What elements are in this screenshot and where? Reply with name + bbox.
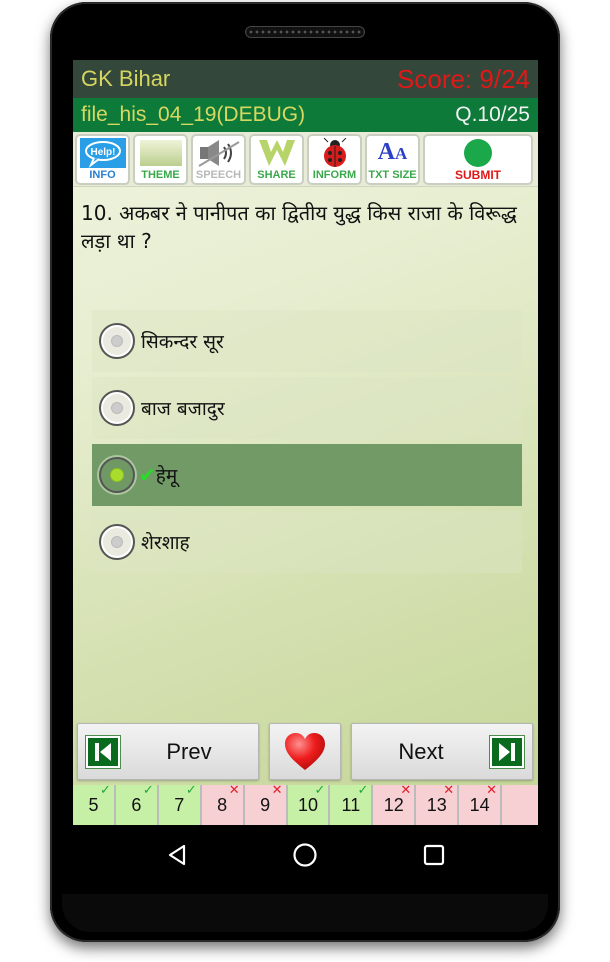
next-button[interactable]: Next [351, 723, 533, 780]
file-bar: file_his_04_19(DEBUG) Q.10/25 [73, 98, 538, 132]
prev-button[interactable]: Prev [77, 723, 259, 780]
radio-button[interactable] [99, 524, 135, 560]
toolbar: Help! INFO THEME SPEECH SHARE INFORM AA … [73, 132, 538, 187]
green-dot-icon [464, 138, 492, 167]
check-mark-icon: ✔ [139, 464, 156, 487]
theme-label: THEME [141, 169, 180, 181]
tile-number: 9 [260, 794, 271, 815]
tile-number: 5 [88, 794, 99, 815]
question-text: 10. अकबर ने पानीपत का द्वितीय युद्ध किस … [81, 201, 517, 253]
recents-button[interactable] [419, 840, 449, 870]
cross-icon: ✕ [400, 782, 412, 797]
share-button[interactable]: SHARE [249, 134, 304, 185]
tick-icon: ✓ [100, 782, 111, 797]
speech-button[interactable]: SPEECH [191, 134, 246, 185]
tick-icon: ✓ [142, 782, 154, 797]
text-size-label: TXT SIZE [368, 169, 417, 181]
cross-icon: ✕ [271, 782, 283, 797]
next-label: Next [398, 738, 444, 764]
question-tile[interactable]: 9 ✕ [244, 782, 286, 825]
speaker-muted-icon [197, 139, 240, 167]
help-bubble-icon: Help! [79, 137, 126, 168]
earpiece-speaker [245, 26, 365, 38]
radio-button[interactable] [99, 323, 135, 359]
title-bar: GK Bihar Score: 9/24 [73, 60, 538, 98]
radio-button[interactable] [99, 390, 135, 426]
question-counter: Q.10/25 [455, 103, 530, 126]
question-tile[interactable]: 12 ✕ [373, 782, 415, 825]
tile-number: 6 [131, 794, 142, 815]
home-button[interactable] [290, 840, 320, 870]
tick-icon: ✓ [314, 782, 326, 797]
tile-number: 7 [174, 794, 185, 815]
phone-chin [62, 894, 548, 932]
skip-next-icon [489, 734, 525, 769]
info-label: INFO [89, 169, 116, 181]
text-size-icon: AA [377, 139, 408, 165]
option-text: सिकन्दर सूर [141, 331, 224, 353]
tile-number: 8 [217, 794, 228, 815]
question-tile[interactable]: 6 ✓ [115, 782, 157, 825]
option-text: शेरशाह [141, 532, 190, 554]
score-label: Score: 9/24 [397, 63, 530, 94]
question-tile[interactable] [502, 785, 538, 825]
tick-icon: ✓ [357, 782, 369, 797]
prev-label: Prev [166, 738, 212, 764]
question-tile[interactable]: 13 ✕ [416, 782, 458, 825]
android-nav-bar [73, 825, 538, 885]
cross-icon: ✕ [228, 782, 240, 797]
ladybug-icon [323, 137, 346, 167]
option-text: बाज बजादुर [141, 398, 225, 420]
cross-icon: ✕ [486, 782, 498, 797]
theme-swatch-icon [139, 139, 182, 166]
radio-button-checked[interactable] [99, 457, 135, 493]
question-tile[interactable]: 14 ✕ [459, 782, 501, 825]
skip-previous-icon [85, 734, 121, 769]
inform-button[interactable]: INFORM [307, 134, 362, 185]
navigation-row: Prev Next [77, 723, 535, 780]
speech-label: SPEECH [195, 169, 242, 181]
share-w-icon [258, 139, 295, 166]
info-button[interactable]: Help! INFO [75, 134, 130, 185]
submit-label: SUBMIT [455, 168, 501, 182]
question-tiles-strip: 5 ✓ 6 ✓ 7 ✓ 8 ✕ 9 ✕ 10 ✓ 11 ✓ 12 ✕ 13 ✕ 14 ✕ [73, 782, 538, 825]
app-title: GK Bihar [81, 66, 171, 91]
theme-button[interactable]: THEME [133, 134, 188, 185]
question-tile[interactable]: 11 ✓ [330, 782, 372, 825]
question-tile[interactable]: 5 ✓ [73, 782, 114, 825]
option-4[interactable]: शेरशाह [92, 511, 522, 573]
answer-options: सिकन्दर सूर बाज बजादुर ✔ हेमू शेरशाह [92, 310, 522, 578]
home-circle-icon [293, 843, 318, 867]
option-3-selected[interactable]: ✔ हेमू [92, 444, 522, 506]
inform-label: INFORM [312, 169, 357, 181]
tick-icon: ✓ [185, 782, 197, 797]
submit-button[interactable]: SUBMIT [423, 134, 533, 185]
svg-text:Help!: Help! [90, 147, 115, 158]
question-tile[interactable]: 7 ✓ [158, 782, 200, 825]
favorite-button[interactable] [269, 723, 341, 780]
file-name: file_his_04_19(DEBUG) [81, 103, 306, 126]
cross-icon: ✕ [443, 782, 455, 797]
app-screen: GK Bihar Score: 9/24 file_his_04_19(DEBU… [73, 60, 538, 825]
back-button[interactable] [162, 840, 192, 870]
share-label: SHARE [257, 169, 296, 181]
back-triangle-icon [169, 844, 186, 866]
option-text: हेमू [155, 465, 178, 487]
question-tile[interactable]: 8 ✕ [201, 782, 243, 825]
recents-square-icon [423, 844, 444, 866]
option-1[interactable]: सिकन्दर सूर [92, 310, 522, 372]
option-2[interactable]: बाज बजादुर [92, 377, 522, 439]
question-tile[interactable]: 10 ✓ [287, 782, 329, 825]
text-size-button[interactable]: AA TXT SIZE [365, 134, 420, 185]
heart-icon [285, 732, 325, 770]
